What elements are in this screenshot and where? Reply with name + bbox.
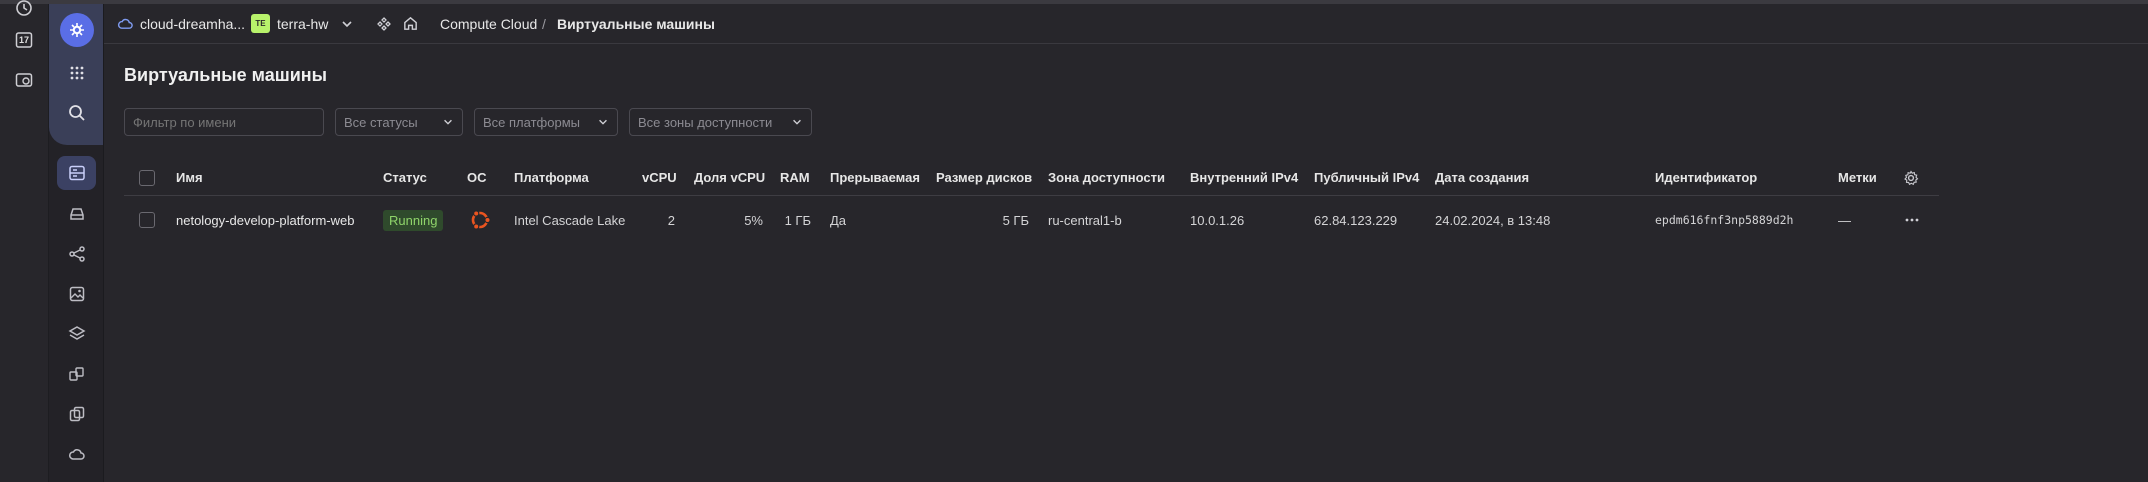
sidebar-item-vms[interactable] [57,156,96,190]
vm-public-ip: 62.84.123.229 [1314,212,1398,228]
breadcrumb: cloud-dreamha... TE terra-hw Compute Clo… [104,4,2148,44]
status-filter-label: Все статусы [344,114,418,130]
col-platform[interactable]: Платформа [514,160,589,195]
vm-disk-size: 5 ГБ [1002,212,1029,228]
vm-internal-ip: 10.0.1.26 [1190,212,1245,228]
search-icon [68,105,85,121]
vm-labels: — [1838,212,1851,228]
col-status[interactable]: Статус [383,160,427,195]
vm-platform: Intel Cascade Lake [514,212,626,228]
breadcrumb-service[interactable]: Compute Cloud [440,16,537,32]
chevron-down-icon[interactable] [340,17,354,34]
calendar-icon[interactable]: 17 [12,28,36,52]
sidebar-item-placement-groups[interactable] [57,397,96,431]
server-icon [68,165,85,181]
vm-id: epdm616fnf3np5889d2h [1655,213,1794,227]
grid-icon [70,66,83,80]
app-sidebar [49,4,104,482]
folder-badge: TE [251,14,270,33]
breadcrumb-cloud[interactable]: cloud-dreamha... [140,16,245,32]
sidebar-item-snapshots[interactable] [57,237,96,271]
col-vcpu-share[interactable]: Доля vCPU [694,160,765,195]
name-filter-input[interactable] [124,108,324,136]
yandex-cloud-logo-icon [59,13,94,47]
services-grid-button[interactable] [57,56,96,90]
cubes-icon [68,367,84,381]
status-filter-select[interactable]: Все статусы [335,108,463,136]
col-public-ip[interactable]: Публичный IPv4 [1314,160,1419,195]
breadcrumb-separator: / [542,15,546,32]
cloud-icon [68,449,85,460]
col-created[interactable]: Дата создания [1435,160,1529,195]
sidebar-item-cloud[interactable] [57,437,96,471]
col-os[interactable]: ОС [467,160,487,195]
platform-filter-label: Все платформы [483,114,580,130]
system-strip: 17 [0,0,49,482]
table-header: Имя Статус ОС Платформа vCPU Доля vCPU R… [124,160,1939,196]
row-checkbox[interactable] [139,196,155,244]
copy-icon [69,406,84,422]
layers-icon [67,326,86,340]
gear-icon [1904,169,1919,185]
col-id[interactable]: Идентификатор [1655,160,1757,195]
sidebar-item-layers[interactable] [57,317,96,351]
cloud-icon [117,15,134,35]
sidebar-divider [103,4,104,482]
zone-filter-select[interactable]: Все зоны доступности [629,108,812,136]
col-vcpu[interactable]: vCPU [642,160,677,195]
platform-filter-select[interactable]: Все платформы [474,108,618,136]
vm-name-link[interactable]: netology-develop-platform-web [176,196,354,244]
col-labels[interactable]: Метки [1838,160,1877,195]
chevron-down-icon [793,119,801,125]
cloud-logo-button[interactable] [57,13,96,47]
table-settings-button[interactable] [1903,160,1919,195]
row-actions-button[interactable] [1904,196,1920,244]
vm-vcpu-share: 5% [744,212,763,228]
more-icon [1905,218,1919,222]
disk-icon [69,208,84,220]
ubuntu-icon [468,196,492,244]
vm-vcpu: 2 [667,212,675,228]
services-switch-icon[interactable] [376,16,392,35]
sidebar-item-instance-groups[interactable] [57,357,96,391]
col-preemptible[interactable]: Прерываемая [830,160,920,195]
sidebar-item-images[interactable] [57,277,96,311]
col-disk-size[interactable]: Размер дисков [936,160,1032,195]
network-icon [68,246,85,262]
filter-bar: Все статусы Все платформы Все зоны досту… [124,108,812,136]
status-badge-label: Running [383,209,444,231]
vm-ram: 1 ГБ [784,212,811,228]
chevron-down-icon [444,119,452,125]
select-all-checkbox[interactable] [139,160,155,195]
vm-created: 24.02.2024, в 13:48 [1435,212,1551,228]
search-button[interactable] [57,96,96,130]
clock-icon[interactable] [12,0,36,20]
breadcrumb-folder[interactable]: terra-hw [277,16,328,32]
vm-preemptible: Да [830,212,847,228]
zone-filter-label: Все зоны доступности [638,114,773,130]
col-internal-ip[interactable]: Внутренний IPv4 [1190,160,1298,195]
breadcrumb-current: Виртуальные машины [557,15,715,32]
screenshot-icon[interactable] [12,68,36,92]
table-row[interactable]: netology-develop-platform-web Running In… [124,196,1939,244]
image-icon [69,286,84,302]
col-zone[interactable]: Зона доступности [1048,160,1165,195]
status-badge: Running [383,196,444,244]
page-title: Виртуальные машины [124,65,328,85]
vm-zone: ru-central1-b [1048,212,1122,228]
home-icon[interactable] [402,15,419,35]
calendar-day: 17 [18,35,29,45]
col-name[interactable]: Имя [176,160,203,195]
col-ram[interactable]: RAM [780,160,810,195]
sidebar-item-disks[interactable] [57,197,96,231]
chevron-down-icon [599,119,607,125]
